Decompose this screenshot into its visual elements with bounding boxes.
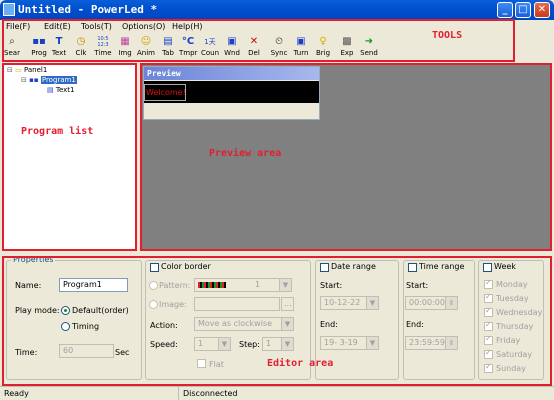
tools-annotation-label: TOOLS <box>432 30 463 41</box>
program-list-annotation-box <box>2 63 137 251</box>
editor-annotation-box <box>2 256 552 386</box>
title-bar[interactable]: Untitled - PowerLed * _ □ ✕ <box>0 0 554 20</box>
status-bar: Ready Disconnected <box>0 386 554 400</box>
preview-area-annotation-label: Preview area <box>209 148 282 159</box>
status-divider <box>178 387 179 400</box>
maximize-button[interactable]: □ <box>515 2 531 18</box>
minimize-button[interactable]: _ <box>497 2 513 18</box>
app-icon <box>3 3 15 16</box>
window-title: Untitled - PowerLed * <box>18 3 158 16</box>
status-connection: Disconnected <box>183 389 238 398</box>
preview-annotation-box <box>140 63 552 251</box>
close-button[interactable]: ✕ <box>534 2 550 18</box>
status-ready: Ready <box>4 389 29 398</box>
